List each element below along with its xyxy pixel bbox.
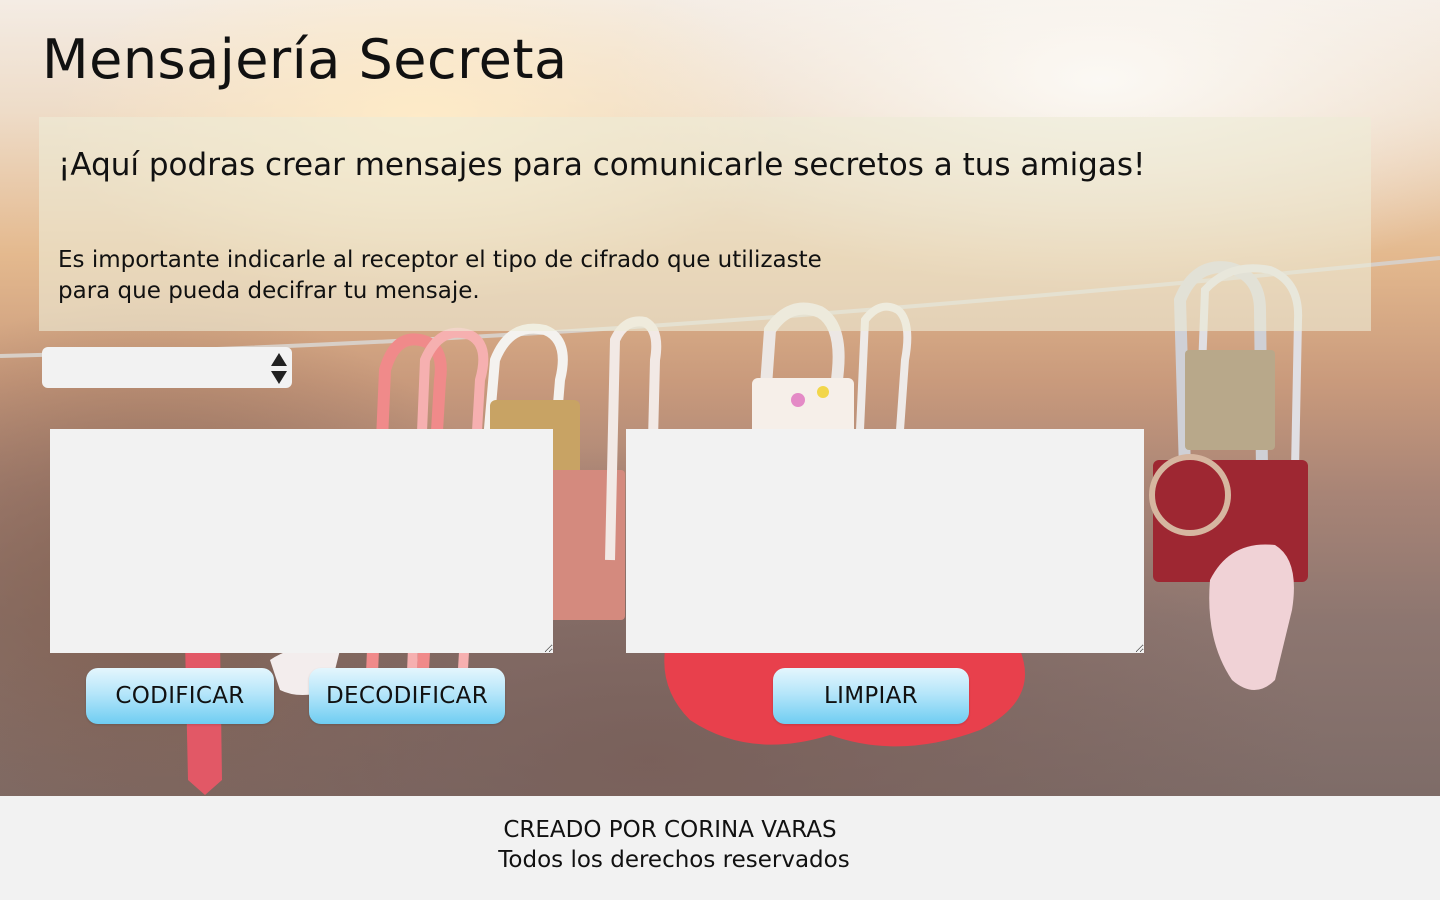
cipher-select[interactable] xyxy=(42,347,292,388)
intro-note-line-2: para que pueda decifrar tu mensaje. xyxy=(58,278,480,304)
message-output[interactable] xyxy=(626,429,1144,653)
encode-button[interactable]: CODIFICAR xyxy=(86,668,274,724)
footer-rights: Todos los derechos reservados xyxy=(498,847,850,873)
footer: CREADO POR CORINA VARAS Todos los derech… xyxy=(0,796,1440,900)
intro-note-line-1: Es importante indicarle al receptor el t… xyxy=(58,247,822,273)
message-input[interactable] xyxy=(50,429,553,653)
intro-lead-text: ¡Aquí podras crear mensajes para comunic… xyxy=(58,147,1146,183)
decode-button[interactable]: DECODIFICAR xyxy=(309,668,505,724)
intro-panel: ¡Aquí podras crear mensajes para comunic… xyxy=(39,117,1371,331)
footer-credit: CREADO POR CORINA VARAS xyxy=(503,817,837,843)
intro-note-text: Es importante indicarle al receptor el t… xyxy=(58,245,878,307)
select-arrows-icon xyxy=(271,353,287,384)
page-title: Mensajería Secreta xyxy=(42,28,568,91)
clear-button[interactable]: LIMPIAR xyxy=(773,668,969,724)
